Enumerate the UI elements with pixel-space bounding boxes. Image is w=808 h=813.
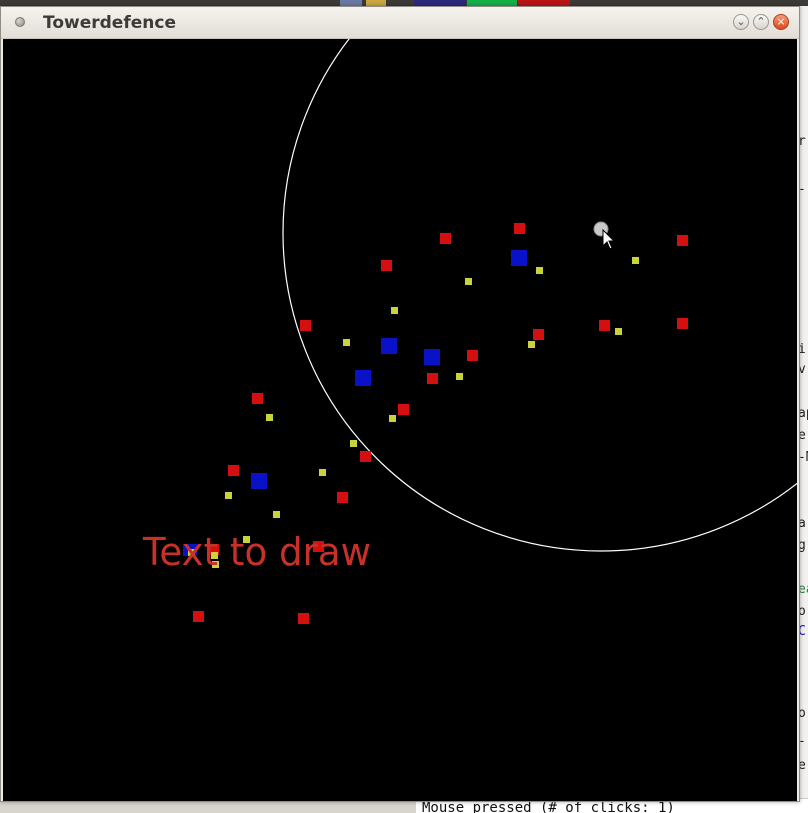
enemy <box>427 373 438 384</box>
enemy <box>440 233 451 244</box>
projectile <box>632 257 639 264</box>
enemy <box>252 393 263 404</box>
enemy <box>467 350 478 361</box>
enemy <box>677 318 688 329</box>
game-window: Towerdefence ⌄ ⌃ × Text to draw <box>0 6 800 802</box>
tower[interactable] <box>355 370 371 386</box>
enemy <box>228 465 239 476</box>
enemy <box>381 260 392 271</box>
projectile <box>273 511 280 518</box>
game-field[interactable]: Text to draw <box>3 39 797 801</box>
enemy <box>298 613 309 624</box>
projectile <box>343 339 350 346</box>
close-icon: × <box>776 15 786 28</box>
game-canvas[interactable]: Text to draw <box>3 39 797 801</box>
maximize-icon: ⌃ <box>756 15 766 28</box>
projectile <box>536 267 543 274</box>
enemy <box>533 329 544 340</box>
enemy <box>337 492 348 503</box>
enemy <box>360 451 371 462</box>
tower[interactable] <box>511 250 527 266</box>
minimize-icon: ⌄ <box>736 15 746 28</box>
close-button[interactable]: × <box>773 14 789 30</box>
projectile <box>456 373 463 380</box>
enemy <box>514 223 525 234</box>
enemy <box>300 320 311 331</box>
window-titlebar[interactable]: Towerdefence ⌄ ⌃ × <box>1 7 799 39</box>
projectile <box>319 469 326 476</box>
field-background <box>3 39 797 801</box>
minimize-button[interactable]: ⌄ <box>733 14 749 30</box>
canvas-draw-text: Text to draw <box>142 530 371 574</box>
maximize-button[interactable]: ⌃ <box>753 14 769 30</box>
projectile <box>465 278 472 285</box>
window-menu-icon[interactable] <box>15 17 25 27</box>
enemy <box>599 320 610 331</box>
projectile <box>389 415 396 422</box>
enemy <box>398 404 409 415</box>
tower[interactable] <box>424 349 440 365</box>
tower[interactable] <box>381 338 397 354</box>
projectile <box>391 307 398 314</box>
projectile <box>266 414 273 421</box>
window-title: Towerdefence <box>43 13 176 33</box>
projectile <box>350 440 357 447</box>
projectile <box>528 341 535 348</box>
projectile <box>615 328 622 335</box>
enemy <box>193 611 204 622</box>
projectile <box>225 492 232 499</box>
enemy <box>677 235 688 246</box>
tower[interactable] <box>251 473 267 489</box>
